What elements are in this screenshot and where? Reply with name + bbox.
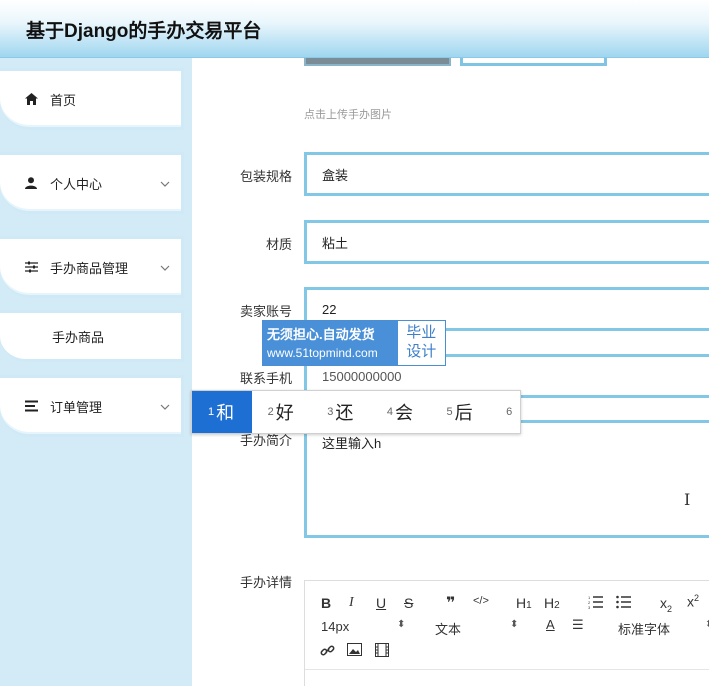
chevron-down-icon [159, 400, 171, 412]
sidebar-item-label: 首页 [50, 92, 77, 108]
font-size-select[interactable]: 14px [321, 619, 349, 634]
link-icon[interactable] [320, 643, 335, 661]
svg-text:3: 3 [588, 605, 591, 609]
paragraph-select[interactable]: 文本 [435, 619, 461, 638]
font-color-icon[interactable]: A [546, 617, 555, 632]
rich-text-editor[interactable]: B I U S ❞ </> H1 H2 123 x2 x2 14px ⬍ 文本 … [304, 580, 709, 686]
code-icon[interactable]: </> [473, 595, 489, 607]
watermark-right2: 设计 [406, 343, 437, 360]
sidebar-subitem-figures[interactable]: 手办商品 [0, 310, 184, 362]
material-label: 材质 [265, 237, 292, 252]
ime-candidate[interactable]: 2好 [252, 391, 312, 433]
app-header: 基于Django的手办交易平台 [0, 0, 709, 58]
font-family-select[interactable]: 标准字体 [618, 619, 670, 638]
ordered-list-icon[interactable]: 123 [588, 595, 603, 612]
sidebar-subitem-label: 手办商品 [52, 329, 105, 345]
paragraph-arrows-icon: ⬍ [510, 619, 519, 630]
unordered-list-icon[interactable] [616, 595, 631, 612]
watermark-line1: 无须担心.自动发货 [267, 327, 375, 342]
ime-candidate[interactable]: 6 [490, 391, 520, 433]
list-icon [24, 399, 38, 413]
ime-candidate[interactable]: 1和 [192, 391, 252, 433]
heading1-button[interactable]: H1 [516, 595, 532, 611]
user-icon [24, 176, 38, 190]
seller-account-label: 卖家账号 [239, 304, 292, 319]
sliders-icon [24, 260, 38, 274]
strikethrough-button[interactable]: S [404, 595, 413, 611]
sidebar-item-home[interactable]: 首页 [0, 68, 184, 130]
font-family-arrows-icon: ⬍ [705, 619, 709, 630]
upload-image-button[interactable] [460, 58, 607, 66]
home-icon [24, 92, 38, 106]
sidebar: 首页 个人中心 手办商品管理 手办商品 订单管理 [0, 58, 192, 686]
material-value: 粘土 [322, 235, 349, 251]
packaging-value: 盒装 [322, 167, 349, 183]
ime-candidate[interactable]: 4会 [371, 391, 431, 433]
blockquote-icon[interactable]: ❞ [446, 593, 455, 613]
sidebar-item-label: 订单管理 [50, 399, 103, 415]
main-content: 点击上传手办图片 包装规格 盒装 材质 粘土 卖家账号 22 联系手机 1500… [192, 58, 709, 686]
watermark-right1: 毕业 [406, 324, 437, 341]
bold-button[interactable]: B [321, 595, 331, 611]
sidebar-item-orders[interactable]: 订单管理 [0, 375, 184, 437]
sidebar-item-figure-management[interactable]: 手办商品管理 [0, 236, 184, 298]
sidebar-item-label: 个人中心 [50, 176, 103, 192]
ime-candidate[interactable]: 5后 [431, 391, 491, 433]
image-icon[interactable] [347, 643, 362, 659]
watermark-line2: www.51topmind.com [267, 346, 378, 360]
superscript-button[interactable]: x2 [687, 593, 699, 610]
seller-account-value: 22 [322, 301, 337, 317]
chevron-down-icon [159, 261, 171, 273]
sidebar-item-label: 手办商品管理 [50, 260, 129, 276]
heading2-button[interactable]: H2 [544, 595, 560, 611]
intro-value: 这里输入h [322, 436, 382, 451]
watermark: 无须担心.自动发货 www.51topmind.com 毕业 设计 [262, 320, 446, 366]
subscript-button[interactable]: x2 [660, 595, 672, 614]
phone-value: 15000000000 [322, 368, 402, 384]
chevron-down-icon [159, 177, 171, 189]
uploaded-image-thumbnail[interactable] [304, 58, 451, 66]
sidebar-item-profile[interactable]: 个人中心 [0, 152, 184, 214]
underline-button[interactable]: U [376, 595, 386, 611]
background-color-icon[interactable]: ☰ [572, 617, 584, 633]
font-size-arrows-icon: ⬍ [397, 619, 406, 630]
app-title: 基于Django的手办交易平台 [26, 21, 262, 42]
editor-divider [305, 669, 709, 670]
material-field[interactable]: 粘土 [304, 220, 709, 264]
packaging-label: 包装规格 [239, 169, 292, 184]
phone-label: 联系手机 [239, 371, 292, 386]
detail-label: 手办详情 [239, 575, 292, 590]
ime-candidate[interactable]: 3还 [311, 391, 371, 433]
intro-textarea[interactable]: 这里输入h [304, 420, 709, 538]
ime-candidate-window: 1和 2好 3还 4会 5后 6 [191, 390, 521, 434]
italic-button[interactable]: I [349, 595, 354, 611]
text-cursor-icon: I [684, 490, 691, 509]
packaging-field[interactable]: 盒装 [304, 152, 709, 196]
upload-hint: 点击上传手办图片 [304, 109, 392, 121]
video-icon[interactable] [375, 643, 389, 660]
